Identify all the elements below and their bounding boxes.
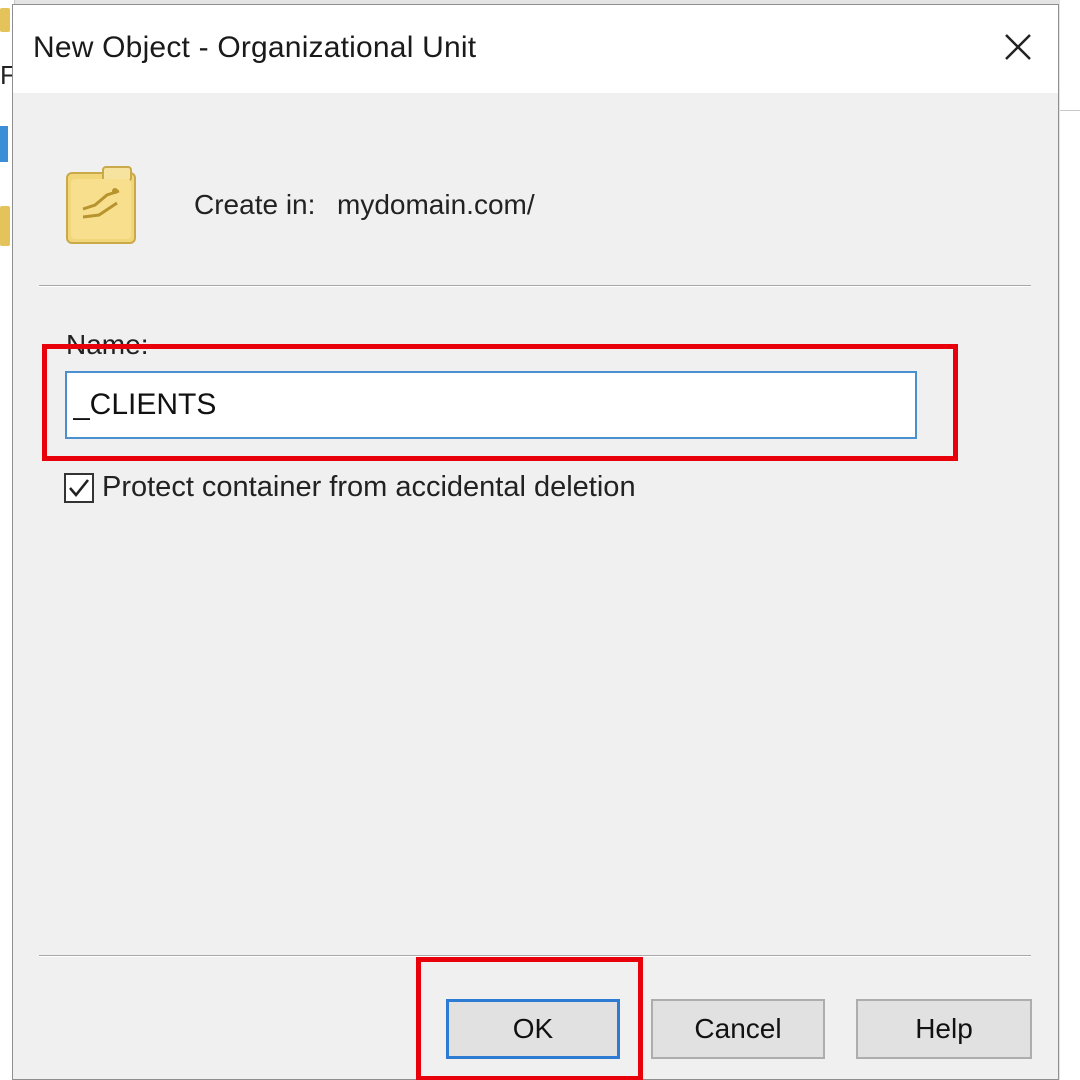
dialog-titlebar[interactable]: New Object - Organizational Unit — [13, 5, 1058, 93]
background-app-glyph: F — [0, 60, 12, 90]
screen: F New Object - Organizational Unit Creat… — [0, 0, 1080, 1080]
close-button[interactable] — [996, 25, 1040, 69]
background-divider — [1060, 110, 1080, 111]
new-ou-dialog: New Object - Organizational Unit Create … — [12, 4, 1059, 1080]
background-selection-icon — [0, 126, 8, 162]
checkmark-icon — [69, 478, 90, 497]
ou-folder-icon — [66, 166, 136, 244]
create-in-value: mydomain.com/ — [337, 189, 535, 220]
close-icon — [1005, 34, 1031, 60]
divider-bottom — [39, 955, 1031, 957]
background-folder-icon — [0, 8, 10, 32]
protect-checkbox[interactable] — [64, 472, 94, 503]
name-input[interactable] — [65, 371, 917, 439]
ok-button[interactable]: OK — [446, 999, 620, 1059]
divider-top — [39, 285, 1031, 287]
protect-checkbox-label: Protect container from accidental deleti… — [102, 471, 636, 503]
name-label: Name: — [66, 329, 149, 360]
dialog-title: New Object - Organizational Unit — [33, 31, 477, 64]
background-folder-icon-2 — [0, 206, 10, 246]
background-app-panel-right — [1060, 0, 1080, 1080]
create-in-label: Create in: — [194, 189, 316, 220]
protect-checkbox-row[interactable]: Protect container from accidental deleti… — [64, 471, 636, 504]
help-button[interactable]: Help — [856, 999, 1032, 1059]
cancel-button[interactable]: Cancel — [651, 999, 825, 1059]
